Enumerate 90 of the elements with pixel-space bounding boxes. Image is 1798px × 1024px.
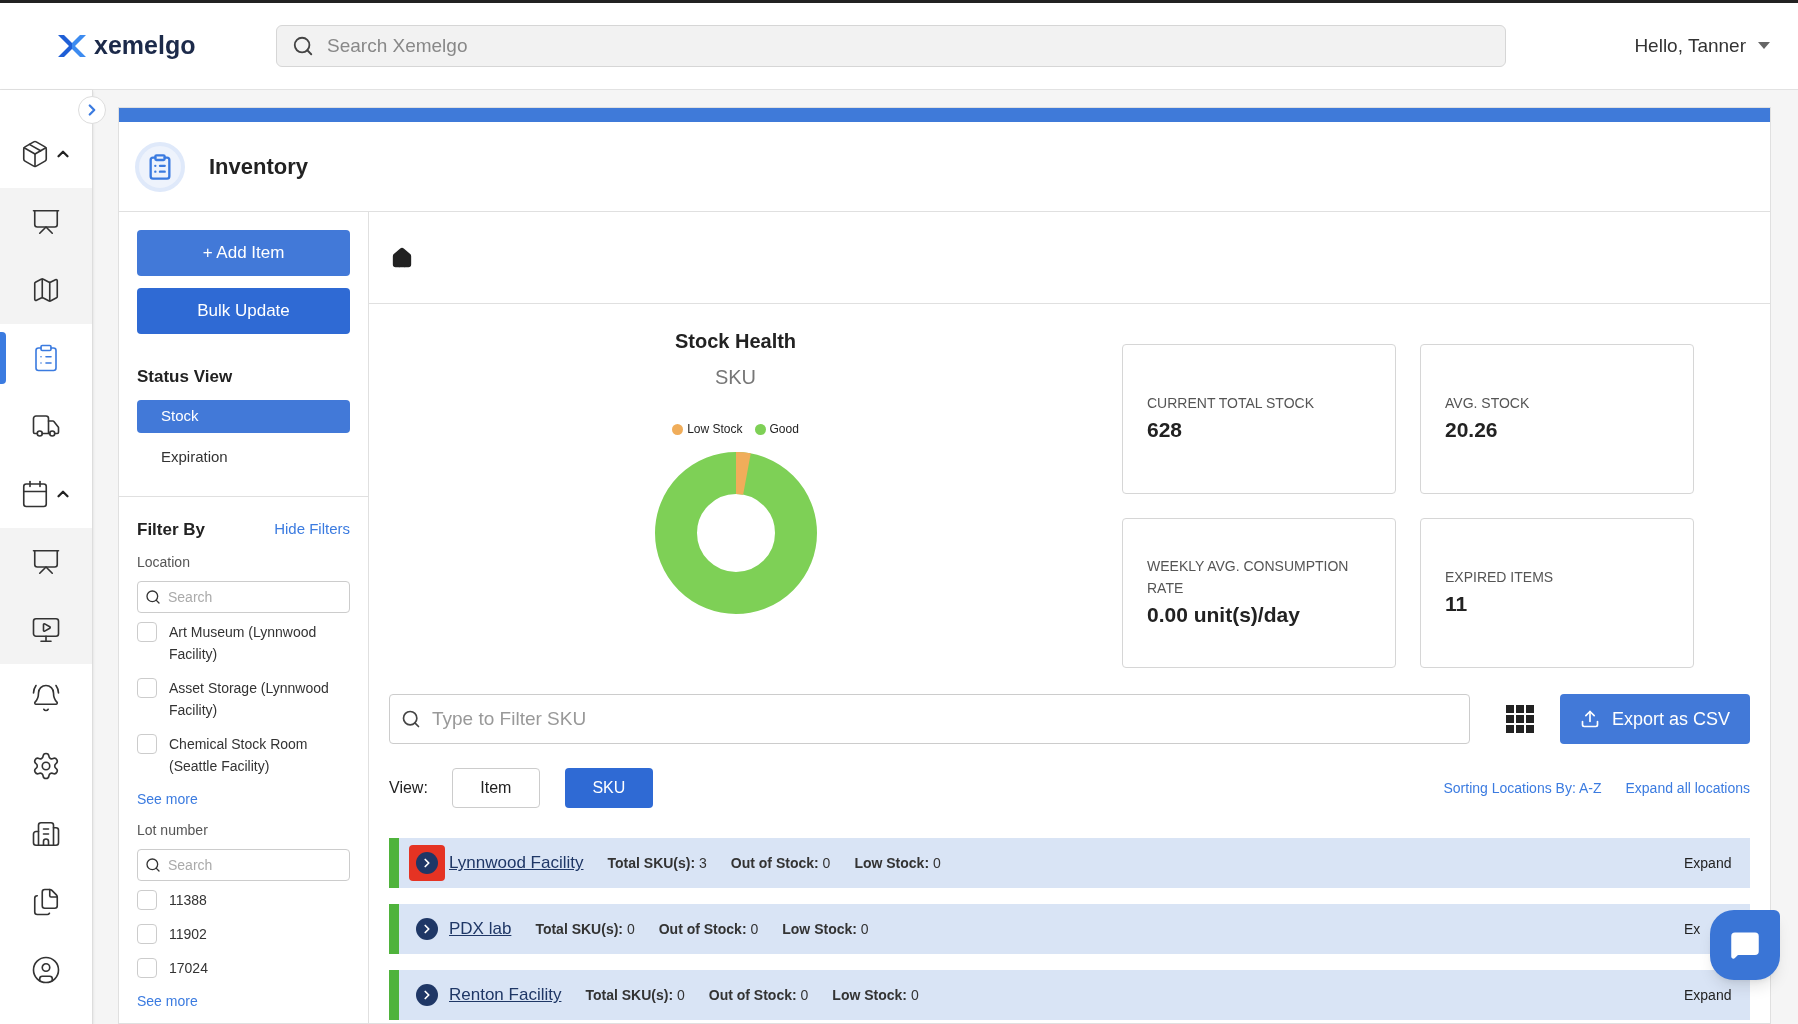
files-icon[interactable] [31,887,61,917]
stat-value: 0.00 unit(s)/day [1147,602,1301,629]
search-icon [401,709,421,729]
see-more-link[interactable]: See more [137,789,350,810]
logo-icon [58,33,86,59]
stat-value: 20.26 [1445,417,1499,444]
gear-icon[interactable] [31,751,61,781]
status-option[interactable]: Expiration [137,440,350,474]
caret-icon[interactable] [1758,42,1770,50]
status-option[interactable]: Stock [137,399,350,433]
chart-subtitle: SKU [714,365,757,390]
search-icon [145,589,161,605]
checkbox[interactable] [137,734,157,754]
location-link[interactable]: Lynnwood Facility [449,850,584,876]
page-title: Inventory [209,153,309,181]
checkbox[interactable] [137,890,157,910]
chart-title: Stock Health [674,329,797,354]
hide-filters-link[interactable]: Hide Filters [274,518,350,541]
location-stat: Low Stock: 0 [782,919,869,939]
box-icon[interactable] [20,139,50,169]
stat-label: AVG. STOCK [1445,394,1531,414]
filter-option: Chemical Stock Room (Seattle Facility) [169,733,350,777]
location-stat: Low Stock: 0 [854,853,941,873]
see-more-link[interactable]: See more [137,991,350,1012]
section-title: Status View [137,366,234,388]
location-link[interactable]: PDX lab [449,916,512,942]
chat-icon [1730,930,1760,960]
search-field[interactable]: Search Xemelgo [276,25,1506,67]
location-stat: Total SKU(s): 3 [607,853,707,873]
sku-filter-field[interactable]: Type to Filter SKU [389,694,1470,744]
checkbox[interactable] [137,958,157,978]
filter-option: 11902 [169,923,207,945]
export-button[interactable]: Export as CSV [1559,694,1750,744]
checkbox[interactable] [137,622,157,642]
filter-option: Asset Storage (Lynnwood Facility) [169,677,350,721]
location-stat: Total SKU(s): 0 [535,919,635,939]
filter-search-field[interactable]: Search [137,581,350,613]
calendar-icon[interactable] [20,479,50,509]
collapse-toggle[interactable] [78,96,106,124]
filter-option: Art Museum (Lynnwood Facility) [169,621,350,665]
location-row[interactable]: PDX lab Total SKU(s): 0 Out of Stock: 0 Low Stock: 0 Ex [389,904,1750,954]
search-icon [145,857,161,873]
section-title: Filter By [137,518,206,541]
expand-all-link[interactable]: Expand all locations [1625,777,1750,799]
view-toggle[interactable]: SKU [564,768,653,808]
stat-value: 628 [1147,417,1184,444]
checkbox[interactable] [137,924,157,944]
home-icon[interactable] [391,246,413,269]
building-icon[interactable] [31,819,61,849]
action-button[interactable]: + Add Item [137,230,350,276]
logo-text: xemelgo [94,30,196,62]
location-stat: Out of Stock: 0 [658,919,759,939]
upload-icon [1579,709,1600,729]
location-stat: Total SKU(s): 0 [585,985,685,1005]
stat-label: EXPIRED ITEMS [1445,568,1555,588]
user-icon[interactable] [31,955,61,985]
grid-view-icon[interactable] [1506,705,1534,733]
bell-icon[interactable] [31,683,61,713]
chat-button[interactable] [1710,910,1780,980]
filter-option: 17024 [169,957,208,979]
legend-label: Low Stock [687,421,743,438]
expand-chevron-icon[interactable] [409,845,445,881]
location-stat: Low Stock: 0 [832,985,919,1005]
expand-link[interactable]: Expand [1684,855,1732,871]
sorting-link[interactable]: Sorting Locations By: A-Z [1443,777,1602,799]
stat-label: CURRENT TOTAL STOCK [1147,394,1315,414]
location-row[interactable]: Renton Facility Total SKU(s): 0 Out of Stock: 0 Low Stock: 0 Expand [389,970,1750,1020]
stat-label: WEEKLY AVG. CONSUMPTION RATE [1147,557,1350,599]
stat-value: 11 [1445,591,1469,618]
location-stat: Out of Stock: 0 [730,853,831,873]
inventory-icon [135,141,185,192]
view-label: View: [389,778,428,798]
user-greeting[interactable]: Hello, Tanner [1634,31,1746,61]
filter-label: Location [137,553,191,572]
monitor-icon[interactable] [31,615,61,645]
filter-option: 11388 [169,889,207,911]
view-toggle[interactable]: Item [451,768,540,808]
checkbox[interactable] [137,678,157,698]
monitor-icon[interactable] [31,547,61,577]
legend-label: Good [769,421,799,438]
monitor-icon[interactable] [31,207,61,237]
action-button[interactable]: Bulk Update [137,288,350,334]
expand-link[interactable]: Ex [1684,921,1701,937]
map-icon[interactable] [31,275,61,305]
location-stat: Out of Stock: 0 [708,985,809,1005]
expand-link[interactable]: Expand [1684,987,1732,1003]
location-link[interactable]: Renton Facility [449,982,562,1008]
location-row[interactable]: Lynnwood Facility Total SKU(s): 3 Out of Stock: 0 Low Stock: 0 Expand [389,838,1750,888]
filter-search-field[interactable]: Search [137,849,350,881]
filter-label: Lot number [137,821,209,840]
